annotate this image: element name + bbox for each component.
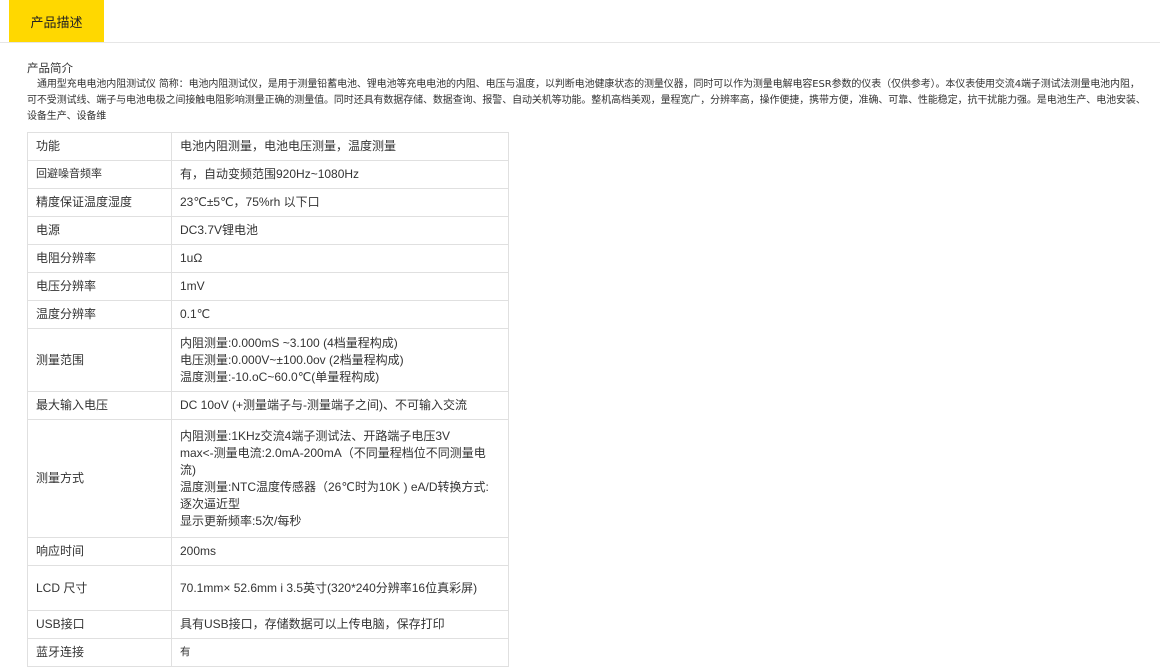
spec-value-line: 温度测量:NTC温度传感器（26℃时为10K ) eA/D转换方式:逐次逼近型 — [180, 479, 489, 511]
spec-value: DC 10oV (+测量端子与-测量端子之间)、不可输入交流 — [171, 391, 509, 420]
table-row: 电阻分辨率 1uΩ — [27, 244, 509, 273]
spec-value-line: 电压测量:0.000V~±100.0ov (2档量程构成) — [180, 352, 404, 367]
spec-value-line: DC3.7V锂电池 — [180, 223, 259, 237]
tab-product-description[interactable]: 产品描述 — [9, 0, 104, 42]
spec-key: 温度分辨率 — [27, 300, 172, 329]
spec-key: 测量范围 — [27, 328, 172, 392]
spec-key: 电阻分辨率 — [27, 244, 172, 273]
table-row: LCD 尺寸 70.1mm× 52.6mm i 3.5英寸(320*240分辨率… — [27, 565, 509, 611]
spec-value-line: 200ms — [180, 544, 217, 558]
spec-value: 1mV — [171, 272, 509, 301]
spec-value-line: 23℃±5℃，75%rh 以下口 — [180, 195, 320, 209]
table-row: 蓝牙连接 有 — [27, 638, 509, 667]
spec-value-line: max<-测量电流:2.0mA-200mA（不同量程档位不同测量电流) — [180, 445, 486, 477]
tab-bar: 产品描述 — [0, 0, 1160, 43]
table-row: 响应时间 200ms — [27, 537, 509, 566]
spec-value-line: 电池内阻测量，电池电压测量，温度测量 — [180, 139, 397, 153]
spec-value: 1uΩ — [171, 244, 509, 273]
spec-value: 电池内阻测量，电池电压测量，温度测量 — [171, 132, 509, 161]
table-row: 回避噪音频率 有，自动变频范围920Hz~1080Hz — [27, 160, 509, 189]
spec-key: 电压分辨率 — [27, 272, 172, 301]
table-row: USB接口 具有USB接口，存储数据可以上传电脑，保存打印 — [27, 610, 509, 639]
spec-value-line: 内阻测量:0.000mS ~3.100 (4档量程构成) — [180, 335, 398, 350]
table-row: 功能 电池内阻测量，电池电压测量，温度测量 — [27, 132, 509, 161]
table-row: 电源 DC3.7V锂电池 — [27, 216, 509, 245]
spec-value-line: 温度测量:-10.oC~60.0℃(单量程构成) — [180, 369, 380, 384]
spec-value-line: 内阻测量:1KHz交流4端子测试法、开路端子电压3V — [180, 428, 451, 443]
spec-value: 70.1mm× 52.6mm i 3.5英寸(320*240分辨率16位真彩屏) — [171, 565, 509, 611]
spec-key: LCD 尺寸 — [27, 565, 172, 611]
spec-key: 响应时间 — [27, 537, 172, 566]
spec-key: 电源 — [27, 216, 172, 245]
product-intro: 产品简介 通用型充电电池内阻测试仪 简称：电池内阻测试仪，是用于测量铅蓄电池、锂… — [27, 60, 1147, 125]
spec-key: USB接口 — [27, 610, 172, 639]
spec-value: 有 — [171, 638, 509, 667]
spec-value: 具有USB接口，存储数据可以上传电脑，保存打印 — [171, 610, 509, 639]
spec-key: 蓝牙连接 — [27, 638, 172, 667]
table-row: 测量范围 内阻测量:0.000mS ~3.100 (4档量程构成) 电压测量:0… — [27, 328, 509, 392]
spec-value-line: 有，自动变频范围920Hz~1080Hz — [180, 167, 360, 181]
table-row: 电压分辨率 1mV — [27, 272, 509, 301]
spec-value: 0.1℃ — [171, 300, 509, 329]
spec-key: 功能 — [27, 132, 172, 161]
spec-value-line: 显示更新频率:5次/每秒 — [180, 513, 302, 528]
intro-title: 产品简介 — [27, 61, 73, 75]
spec-value: DC3.7V锂电池 — [171, 216, 509, 245]
table-row: 精度保证温度湿度 23℃±5℃，75%rh 以下口 — [27, 188, 509, 217]
intro-text: 通用型充电电池内阻测试仪 简称：电池内阻测试仪，是用于测量铅蓄电池、锂电池等充电… — [27, 79, 1146, 122]
table-row: 温度分辨率 0.1℃ — [27, 300, 509, 329]
spec-value-line: 70.1mm× 52.6mm i 3.5英寸(320*240分辨率16位真彩屏) — [180, 580, 478, 595]
spec-value: 内阻测量:1KHz交流4端子测试法、开路端子电压3V max<-测量电流:2.0… — [171, 419, 509, 538]
spec-value-line: 具有USB接口，存储数据可以上传电脑，保存打印 — [180, 617, 445, 631]
spec-key: 测量方式 — [27, 419, 172, 538]
spec-key: 回避噪音频率 — [27, 160, 172, 189]
spec-key: 精度保证温度湿度 — [27, 188, 172, 217]
spec-value-line: 0.1℃ — [180, 307, 211, 321]
spec-value-line: 1mV — [180, 279, 205, 293]
spec-table: 功能 电池内阻测量，电池电压测量，温度测量 回避噪音频率 有，自动变频范围920… — [27, 132, 509, 667]
spec-value-line: DC 10oV (+测量端子与-测量端子之间)、不可输入交流 — [180, 398, 468, 412]
spec-value-line: 有 — [180, 646, 191, 658]
spec-value: 200ms — [171, 537, 509, 566]
spec-value: 23℃±5℃，75%rh 以下口 — [171, 188, 509, 217]
spec-value: 有，自动变频范围920Hz~1080Hz — [171, 160, 509, 189]
table-row: 最大输入电压 DC 10oV (+测量端子与-测量端子之间)、不可输入交流 — [27, 391, 509, 420]
table-row: 测量方式 内阻测量:1KHz交流4端子测试法、开路端子电压3V max<-测量电… — [27, 419, 509, 538]
spec-value-line: 1uΩ — [180, 251, 203, 265]
spec-key: 最大输入电压 — [27, 391, 172, 420]
spec-value: 内阻测量:0.000mS ~3.100 (4档量程构成) 电压测量:0.000V… — [171, 328, 509, 392]
